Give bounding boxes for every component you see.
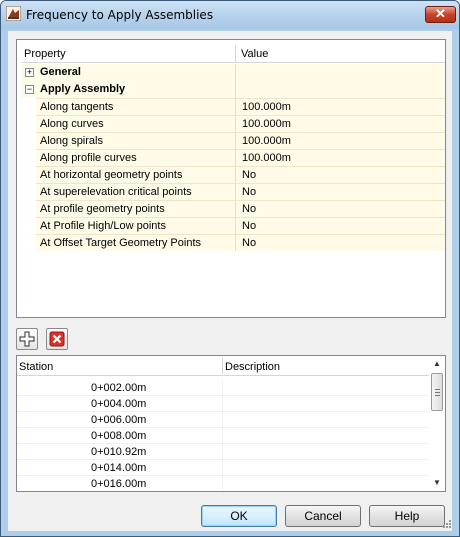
group-label: General	[40, 66, 81, 78]
help-button[interactable]: Help	[369, 505, 445, 527]
property-grid-header: Property Value	[21, 45, 445, 63]
property-value-cell[interactable]: No	[235, 200, 445, 217]
scroll-up-arrow-icon[interactable]: ▲	[433, 359, 441, 368]
dialog-client-area: Property Value + General − Apply Assembl…	[8, 31, 452, 531]
station-value: 0+010.92m	[91, 446, 147, 458]
station-value: 0+004.00m	[91, 398, 147, 410]
expand-icon[interactable]: +	[25, 68, 34, 77]
station-row[interactable]: 0+006.00m	[17, 412, 429, 428]
property-value: 100.000m	[242, 118, 291, 130]
station-value: 0+014.00m	[91, 462, 147, 474]
window-title: Frequency to Apply Assemblies	[26, 8, 214, 22]
property-name: At Profile High/Low points	[40, 220, 166, 232]
station-value: 0+016.00m	[91, 478, 147, 490]
property-row[interactable]: At profile geometry points No	[21, 200, 445, 217]
property-value-cell[interactable]: No	[235, 166, 445, 183]
dialog-window: Frequency to Apply Assemblies ✕ Property…	[0, 0, 460, 537]
ok-button[interactable]: OK	[201, 505, 277, 527]
close-icon: ✕	[435, 6, 446, 21]
civil3d-app-icon	[6, 6, 21, 21]
property-row[interactable]: Along tangents 100.000m	[21, 98, 445, 115]
property-name: At Offset Target Geometry Points	[40, 237, 201, 249]
header-divider	[235, 45, 236, 63]
property-value-cell[interactable]: 100.000m	[235, 98, 445, 115]
property-value-cell[interactable]: No	[235, 234, 445, 251]
close-button[interactable]: ✕	[425, 6, 456, 23]
delete-icon	[49, 331, 65, 347]
scroll-down-arrow-icon[interactable]: ▼	[433, 478, 441, 487]
station-list-header: Station Description	[17, 356, 429, 376]
station-row[interactable]: 0+014.00m	[17, 460, 429, 476]
property-value: No	[242, 237, 257, 249]
property-name: Along tangents	[40, 101, 114, 113]
property-name: Along spirals	[40, 135, 103, 147]
property-column-header[interactable]: Property	[24, 48, 66, 60]
property-row[interactable]: At Offset Target Geometry Points No	[21, 234, 445, 251]
description-column-header[interactable]: Description	[225, 361, 280, 373]
property-row[interactable]: At Profile High/Low points No	[21, 217, 445, 234]
header-divider	[222, 358, 223, 374]
property-value: No	[242, 203, 257, 215]
property-grid: Property Value + General − Apply Assembl…	[16, 39, 446, 318]
property-name: At profile geometry points	[40, 203, 165, 215]
property-value: 100.000m	[242, 135, 291, 147]
resize-grip-icon[interactable]	[442, 519, 452, 529]
property-value-cell[interactable]: 100.000m	[235, 149, 445, 166]
property-value: No	[242, 186, 257, 198]
cancel-button[interactable]: Cancel	[285, 505, 361, 527]
property-row[interactable]: Along profile curves 100.000m	[21, 149, 445, 166]
property-name: At superelevation critical points	[40, 186, 192, 198]
delete-station-button[interactable]	[46, 328, 68, 350]
add-icon	[19, 331, 35, 347]
scrollbar-thumb[interactable]	[431, 373, 443, 411]
property-row[interactable]: At horizontal geometry points No	[21, 166, 445, 183]
station-row[interactable]: 0+004.00m	[17, 396, 429, 412]
property-value: 100.000m	[242, 152, 291, 164]
station-list: Station Description 0+002.00m 0+004.00m …	[16, 355, 446, 492]
value-column-header[interactable]: Value	[241, 48, 268, 60]
property-name: At horizontal geometry points	[40, 169, 183, 181]
station-value: 0+008.00m	[91, 430, 147, 442]
property-name: Along curves	[40, 118, 104, 130]
title-bar[interactable]: Frequency to Apply Assemblies ✕	[1, 1, 459, 29]
station-column-header[interactable]: Station	[19, 361, 53, 373]
station-list-scrollbar[interactable]: ▲ ▼	[429, 356, 445, 491]
station-row[interactable]: 0+002.00m	[17, 380, 429, 396]
property-value-cell[interactable]: 100.000m	[235, 115, 445, 132]
property-value: No	[242, 220, 257, 232]
property-name: Along profile curves	[40, 152, 137, 164]
property-row[interactable]: Along spirals 100.000m	[21, 132, 445, 149]
group-row-general[interactable]: + General	[21, 64, 445, 81]
station-value: 0+006.00m	[91, 414, 147, 426]
group-row-apply-assembly[interactable]: − Apply Assembly	[21, 81, 445, 98]
property-value-cell[interactable]: 100.000m	[235, 132, 445, 149]
add-station-button[interactable]	[16, 328, 38, 350]
property-value: No	[242, 169, 257, 181]
collapse-icon[interactable]: −	[25, 85, 34, 94]
property-value-cell[interactable]: No	[235, 183, 445, 200]
property-value-cell[interactable]: No	[235, 217, 445, 234]
group-label: Apply Assembly	[40, 83, 126, 95]
property-row[interactable]: At superelevation critical points No	[21, 183, 445, 200]
station-row[interactable]: 0+016.00m	[17, 476, 429, 491]
station-row[interactable]: 0+008.00m	[17, 428, 429, 444]
station-value: 0+002.00m	[91, 382, 147, 394]
station-row[interactable]: 0+010.92m	[17, 444, 429, 460]
property-value: 100.000m	[242, 101, 291, 113]
property-row[interactable]: Along curves 100.000m	[21, 115, 445, 132]
